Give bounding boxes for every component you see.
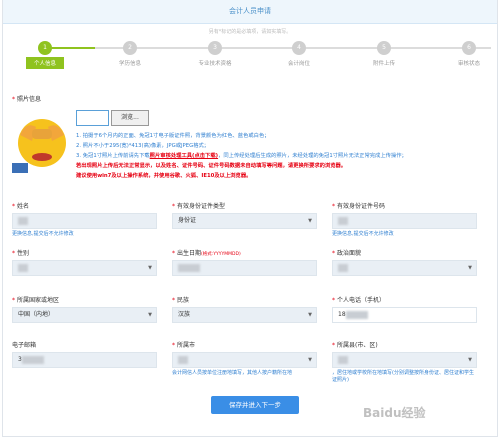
page-title: 会计人员申请 bbox=[229, 7, 271, 15]
country-select[interactable]: 中国（内地） ▼ bbox=[12, 307, 157, 323]
city-select[interactable]: ▼ bbox=[172, 352, 317, 368]
save-next-button[interactable]: 保存并进入下一步 bbox=[211, 396, 299, 414]
step-personal-info[interactable]: 1 个人信息 bbox=[5, 40, 85, 69]
photo-requirements: 1. 拍摄于6个月内的正面、免冠1寸电子版证件照，背景颜色为红色、蓝色或白色； … bbox=[76, 131, 486, 181]
county-select[interactable]: ▼ bbox=[332, 352, 477, 368]
profile-photo bbox=[12, 119, 66, 173]
name-field: * 姓名 更换信息,提交后不允许修改 bbox=[12, 201, 157, 238]
watermark: Baidu经验 bbox=[363, 406, 426, 420]
chevron-down-icon: ▼ bbox=[308, 357, 312, 363]
photo-title: 照片信息 bbox=[17, 96, 42, 103]
birth-date-input[interactable] bbox=[172, 260, 317, 276]
photo-note: 1. 拍摄于6个月内的正面、免冠1寸电子版证件照，背景颜色为红色、蓝色或白色； bbox=[76, 133, 270, 139]
chevron-down-icon: ▼ bbox=[468, 357, 472, 363]
id-number-hint: 更换信息,提交后不允许修改 bbox=[332, 231, 394, 237]
county-hint: ，居住地或学校所在地填写(分别调整按所身份证、居住证和学生证照片) bbox=[332, 370, 474, 383]
browse-button[interactable]: 浏览... bbox=[111, 110, 149, 126]
step-review-status[interactable]: 6 审核状态 bbox=[429, 40, 500, 67]
phone-input[interactable]: 18 bbox=[332, 307, 477, 323]
step-accounting-post[interactable]: 4 会计岗位 bbox=[259, 40, 339, 67]
step-education[interactable]: 2 学历信息 bbox=[90, 40, 170, 67]
photo-note: 建议使用win7及以上操作系统，并使用谷歌、火狐、IE10及以上浏览器。 bbox=[76, 173, 252, 179]
email-field: 电子邮箱 3 bbox=[12, 340, 157, 368]
city-hint: 会计网信人员按单位注册地填写，其他人按户籍所在地 bbox=[172, 370, 293, 376]
county-field: * 所属县(市、区) ▼ ，居住地或学校所在地填写(分别调整按所身份证、居住证和学… bbox=[332, 340, 477, 384]
politics-field: * 政治面貌 ▼ bbox=[332, 248, 477, 276]
step-number: 2 bbox=[123, 41, 137, 55]
chevron-down-icon: ▼ bbox=[308, 312, 312, 318]
country-field: * 所属国家或地区 中国（内地） ▼ bbox=[12, 295, 157, 323]
phone-field: * 个人电话（手机） 18 bbox=[332, 295, 477, 323]
step-qualification[interactable]: 3 专业技术资格 bbox=[175, 40, 255, 67]
step-number: 5 bbox=[377, 41, 391, 55]
chevron-down-icon: ▼ bbox=[468, 265, 472, 271]
name-input[interactable] bbox=[12, 213, 157, 229]
id-type-field: * 有效身份证件类型 身份证 ▼ bbox=[172, 201, 317, 229]
step-label: 个人信息 bbox=[25, 57, 64, 69]
name-hint: 更换信息,提交后不允许修改 bbox=[12, 231, 74, 237]
id-type-select[interactable]: 身份证 ▼ bbox=[172, 213, 317, 229]
nation-select[interactable]: 汉族 ▼ bbox=[172, 307, 317, 323]
step-label: 附件上传 bbox=[372, 61, 395, 67]
birth-date-field: * 出生日期(格式:YYYYMMDD) bbox=[172, 248, 317, 276]
step-label: 专业技术资格 bbox=[198, 61, 232, 67]
photo-note: 若出现照片上传后无法正常显示，以及姓名、证件号码、证件号码数据未自动填写等问题，… bbox=[76, 163, 347, 169]
gender-select[interactable]: ▼ bbox=[12, 260, 157, 276]
id-number-field: * 有效身份证件号码 更换信息,提交后不允许修改 bbox=[332, 201, 477, 238]
step-number: 1 bbox=[38, 41, 52, 55]
gender-field: * 性别 ▼ bbox=[12, 248, 157, 276]
page-header: 会计人员申请 bbox=[3, 0, 497, 24]
photo-section-title: * 照片信息 bbox=[12, 96, 42, 103]
step-label: 会计岗位 bbox=[287, 61, 310, 67]
step-progress: 1 个人信息 2 学历信息 3 专业技术资格 4 会计岗位 5 附件上传 6 审… bbox=[9, 40, 491, 72]
step-number: 6 bbox=[462, 41, 476, 55]
nation-field: * 民族 汉族 ▼ bbox=[172, 295, 317, 323]
photo-note: 2. 照片不小于295(宽)*413(高)像素，JPG或JPEG格式； bbox=[76, 143, 210, 149]
photo-note: 3. 免冠1寸照片上传前请先下载照片审核处理工具(点击下载)，同上传经处理后生成… bbox=[76, 153, 407, 159]
chevron-down-icon: ▼ bbox=[148, 265, 152, 271]
step-label: 学历信息 bbox=[118, 61, 141, 67]
photo-file-input[interactable] bbox=[76, 110, 109, 126]
chevron-down-icon: ▼ bbox=[148, 312, 152, 318]
required-note: 另有*标记的是必填项，请如实填写。 bbox=[208, 29, 292, 35]
download-tool-link[interactable]: 照片审核处理工具(点击下载) bbox=[150, 153, 218, 159]
step-number: 4 bbox=[292, 41, 306, 55]
step-label: 审核状态 bbox=[457, 61, 480, 67]
city-field: * 所属市 ▼ 会计网信人员按单位注册地填写，其他人按户籍所在地 bbox=[172, 340, 317, 377]
email-input[interactable]: 3 bbox=[12, 352, 157, 368]
step-number: 3 bbox=[208, 41, 222, 55]
id-number-input[interactable] bbox=[332, 213, 477, 229]
step-attachments[interactable]: 5 附件上传 bbox=[344, 40, 424, 67]
chevron-down-icon: ▼ bbox=[308, 218, 312, 224]
politics-select[interactable]: ▼ bbox=[332, 260, 477, 276]
